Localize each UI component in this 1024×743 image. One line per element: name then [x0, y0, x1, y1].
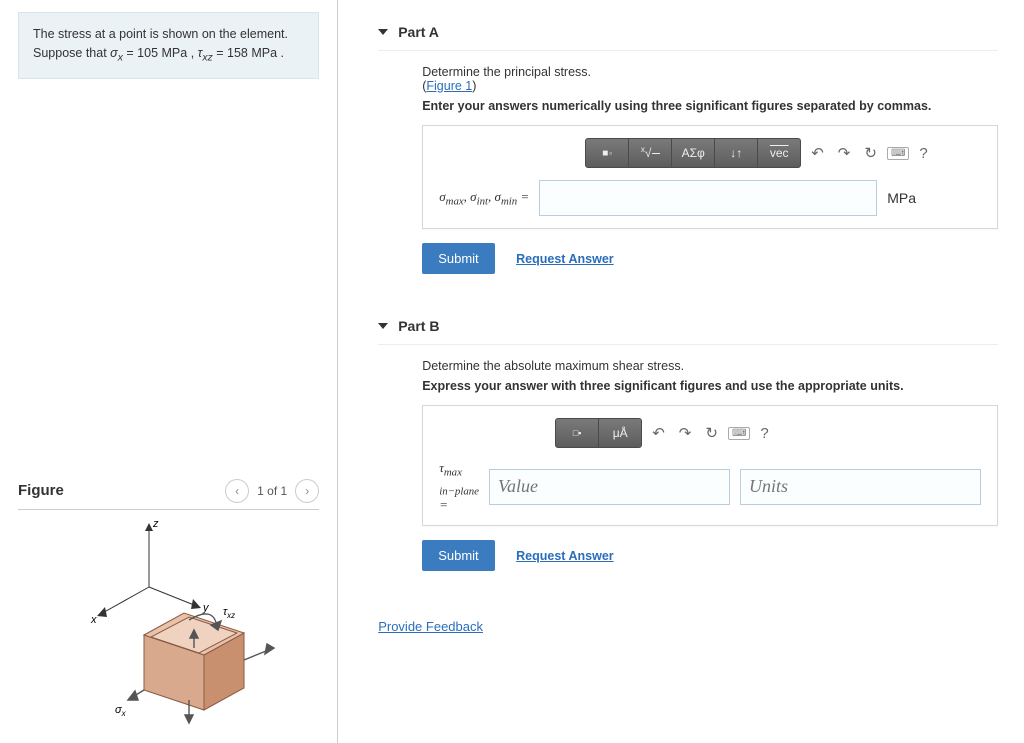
part-a-title: Part A [398, 24, 439, 40]
part-b-header[interactable]: Part B [378, 314, 998, 345]
undo-icon[interactable]: ↶ [807, 144, 828, 162]
part-a-instruction: Enter your answers numerically using thr… [422, 99, 998, 113]
figure-diagram: z x y [18, 510, 319, 730]
templates-button[interactable]: □▪ [555, 418, 599, 448]
part-a-header[interactable]: Part A [378, 20, 998, 51]
part-a-answer-label: σmax, σint, σmin = [439, 189, 529, 208]
part-b-instruction: Express your answer with three significa… [422, 379, 998, 393]
part-b-value-input[interactable] [489, 469, 730, 505]
figure-title: Figure [18, 482, 64, 499]
redo-icon[interactable]: ↷ [675, 424, 696, 442]
part-a-answer-input[interactable] [539, 180, 877, 216]
reset-icon[interactable]: ↻ [860, 144, 881, 162]
part-a-unit: MPa [887, 190, 916, 206]
keyboard-icon[interactable]: ⌨ [887, 147, 909, 160]
part-b-title: Part B [398, 318, 439, 334]
svg-text:τxz: τxz [223, 606, 235, 620]
part-a-submit-button[interactable]: Submit [422, 243, 494, 274]
part-a-answer-box: ■▫ x√ ΑΣφ ↓↑ vec ↶ ↷ ↻ ⌨ ? σmax, σint, σ… [422, 125, 998, 229]
figure-page-indicator: 1 of 1 [257, 484, 287, 498]
root-button[interactable]: x√ [628, 138, 672, 168]
vec-button[interactable]: vec [757, 138, 801, 168]
svg-text:z: z [152, 518, 159, 530]
subsup-button[interactable]: ↓↑ [714, 138, 758, 168]
reset-icon[interactable]: ↻ [701, 424, 722, 442]
part-b-answer-box: □▪ μÅ ↶ ↷ ↻ ⌨ ? τmax in−plane = [422, 405, 998, 526]
figure-link[interactable]: Figure 1 [426, 79, 472, 93]
templates-button[interactable]: ■▫ [585, 138, 629, 168]
figure-prev-button[interactable]: ‹ [225, 479, 249, 503]
figure-next-button[interactable]: › [295, 479, 319, 503]
greek-button[interactable]: ΑΣφ [671, 138, 715, 168]
units-button[interactable]: μÅ [598, 418, 642, 448]
help-icon[interactable]: ? [915, 145, 931, 162]
svg-text:y: y [202, 602, 210, 614]
help-icon[interactable]: ? [756, 425, 772, 442]
part-b-submit-button[interactable]: Submit [422, 540, 494, 571]
caret-down-icon [378, 29, 388, 35]
part-b-answer-label: τmax in−plane = [439, 460, 479, 513]
svg-text:x: x [90, 614, 97, 626]
part-b-prompt: Determine the absolute maximum shear str… [422, 359, 998, 373]
svg-text:σx: σx [115, 704, 127, 718]
part-a-prompt: Determine the principal stress. [422, 65, 998, 79]
provide-feedback-link[interactable]: Provide Feedback [378, 619, 483, 634]
redo-icon[interactable]: ↷ [834, 144, 855, 162]
part-a-request-answer[interactable]: Request Answer [516, 252, 613, 266]
part-b-request-answer[interactable]: Request Answer [516, 549, 613, 563]
part-b-units-input[interactable] [740, 469, 981, 505]
problem-statement: The stress at a point is shown on the el… [18, 12, 319, 79]
caret-down-icon [378, 323, 388, 329]
keyboard-icon[interactable]: ⌨ [728, 427, 750, 440]
undo-icon[interactable]: ↶ [648, 424, 669, 442]
